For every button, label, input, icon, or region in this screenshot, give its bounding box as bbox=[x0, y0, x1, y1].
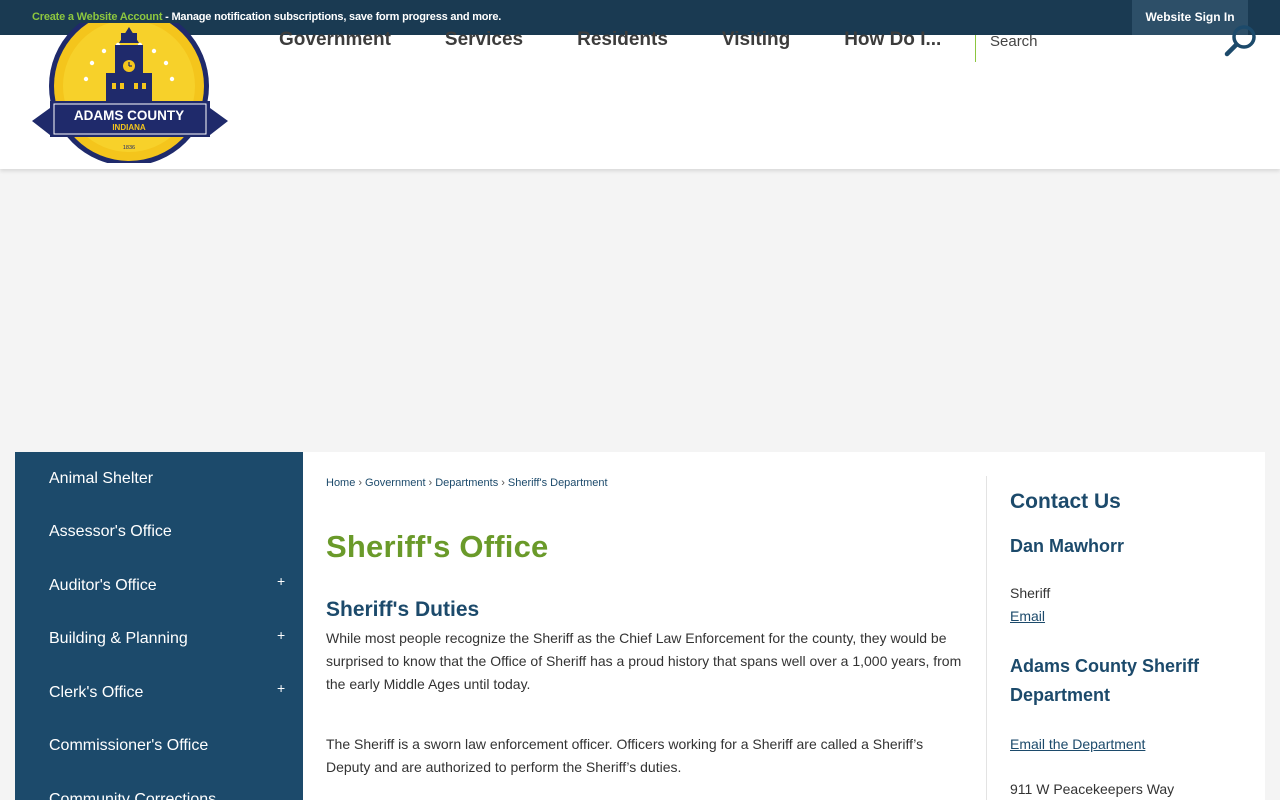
create-account-link[interactable]: Create a Website Account bbox=[32, 11, 162, 23]
department-sidebar: Animal Shelter Assessor's Office Auditor… bbox=[15, 452, 303, 800]
sidebar-item-auditors-office[interactable]: Auditor's Office + bbox=[15, 559, 303, 613]
sidebar-item-community-corrections[interactable]: Community Corrections bbox=[15, 773, 303, 800]
main-content: Home › Government › Departments › Sheriff's De… bbox=[303, 452, 1265, 800]
sidebar-item-assessors-office[interactable]: Assessor's Office bbox=[15, 506, 303, 560]
section-title: Sheriff's Duties bbox=[326, 598, 480, 621]
page-title: Sheriff's Office bbox=[326, 529, 549, 564]
logo-state-text: INDIANA bbox=[112, 123, 146, 132]
sidebar-item-label: Clerk's Office bbox=[49, 683, 144, 701]
column-divider bbox=[986, 476, 987, 800]
department-email-link[interactable]: Email the Department bbox=[1010, 736, 1145, 752]
breadcrumb-separator: › bbox=[428, 477, 433, 489]
breadcrumb-sheriffs-department[interactable]: Sheriff's Department bbox=[508, 477, 608, 489]
duties-paragraph-1: While most people recognize the Sheriff … bbox=[326, 630, 962, 692]
contact-role: Sheriff bbox=[1010, 585, 1051, 601]
expand-icon[interactable]: + bbox=[277, 627, 285, 643]
nav-services[interactable]: Services bbox=[445, 29, 523, 51]
account-message-text: - Manage notification subscriptions, sav… bbox=[162, 11, 502, 23]
search-icon bbox=[1224, 25, 1256, 57]
breadcrumb-departments[interactable]: Departments bbox=[435, 477, 498, 489]
sidebar-item-label: Animal Shelter bbox=[49, 469, 154, 487]
sidebar-item-building-planning[interactable]: Building & Planning + bbox=[15, 613, 303, 667]
breadcrumb-home[interactable]: Home bbox=[326, 477, 355, 489]
account-message: Create a Website Account - Manage notifi… bbox=[32, 11, 501, 23]
duties-paragraph-2: The Sheriff is a sworn law enforcement o… bbox=[326, 736, 924, 775]
logo-year-text: 1836 bbox=[123, 145, 135, 151]
expand-icon[interactable]: + bbox=[277, 680, 285, 696]
sidebar-item-label: Auditor's Office bbox=[49, 576, 157, 594]
logo-name-text: ADAMS COUNTY bbox=[74, 108, 184, 123]
expand-icon[interactable]: + bbox=[277, 573, 285, 589]
sidebar-item-label: Assessor's Office bbox=[49, 523, 172, 541]
main-navigation: Government Services Residents Visiting H… bbox=[279, 29, 941, 51]
nav-government[interactable]: Government bbox=[279, 29, 391, 51]
breadcrumb-separator: › bbox=[501, 477, 505, 489]
adams-county-logo[interactable]: ADAMS COUNTY INDIANA 1836 bbox=[28, 6, 232, 166]
sidebar-item-clerks-office[interactable]: Clerk's Office + bbox=[15, 666, 303, 720]
sidebar-item-label: Commissioner's Office bbox=[49, 737, 209, 755]
search-divider bbox=[975, 35, 976, 62]
department-title: Adams County Sheriff Department bbox=[1010, 656, 1200, 705]
nav-visiting[interactable]: Visiting bbox=[722, 29, 790, 51]
sidebar-item-label: Building & Planning bbox=[49, 630, 188, 648]
contact-email-link[interactable]: Email bbox=[1010, 608, 1045, 624]
contact-name: Dan Mawhorr bbox=[1010, 536, 1125, 556]
search-input[interactable] bbox=[990, 30, 1210, 52]
site-header: ADAMS COUNTY INDIANA 1836 Government Ser… bbox=[0, 6, 1280, 169]
breadcrumb-government[interactable]: Government bbox=[365, 477, 426, 489]
sidebar-item-animal-shelter[interactable]: Animal Shelter bbox=[15, 452, 303, 506]
nav-residents[interactable]: Residents bbox=[577, 29, 668, 51]
search-button[interactable] bbox=[1222, 25, 1262, 61]
department-address: 911 W Peacekeepers Way bbox=[1010, 781, 1175, 797]
sidebar-item-commissioners-office[interactable]: Commissioner's Office bbox=[15, 720, 303, 774]
breadcrumb: Home › Government › Departments › Sheriff's De… bbox=[326, 477, 608, 489]
contact-title: Contact Us bbox=[1010, 490, 1121, 513]
nav-how-do-i[interactable]: How Do I... bbox=[844, 29, 941, 51]
sidebar-item-label: Community Corrections bbox=[49, 790, 217, 800]
breadcrumb-separator: › bbox=[358, 477, 363, 489]
